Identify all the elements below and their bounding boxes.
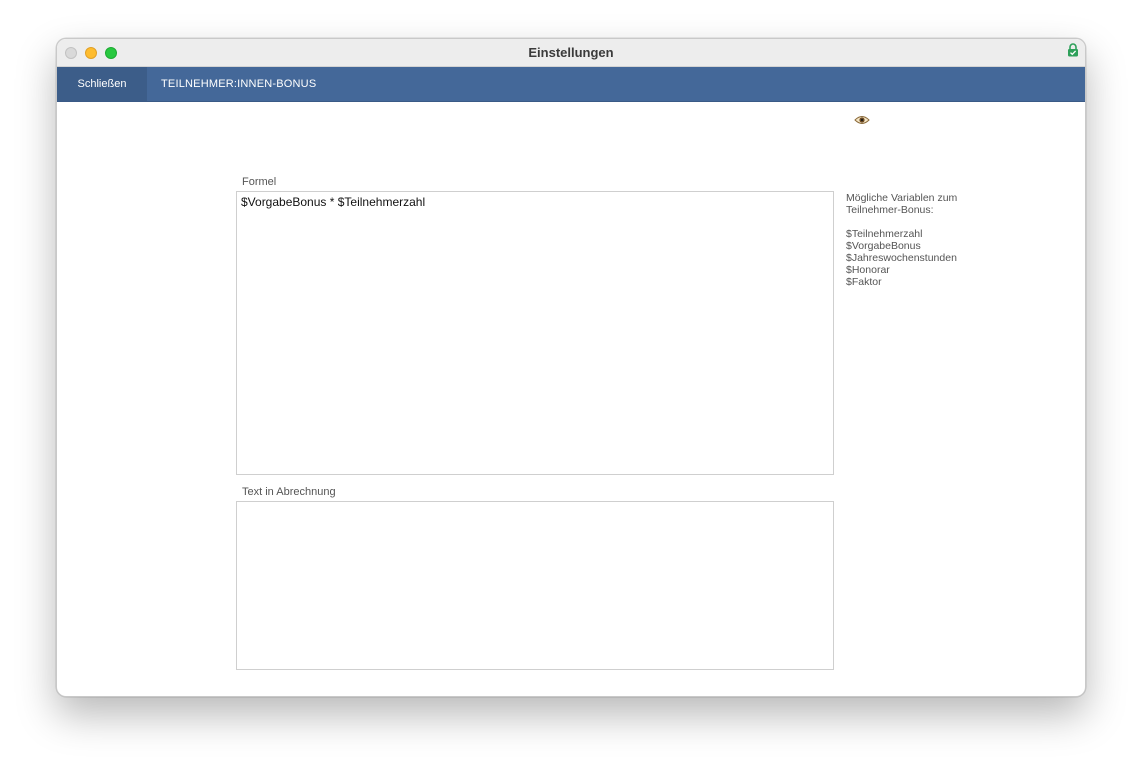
hint-heading-line2: Teilnehmer-Bonus: bbox=[846, 204, 934, 216]
eye-icon[interactable] bbox=[854, 114, 870, 126]
title-bar: Einstellungen bbox=[57, 39, 1085, 67]
variable-item: $Jahreswochenstunden bbox=[846, 252, 957, 264]
settings-window: Einstellungen Schließen TEILNEHMER:INNEN… bbox=[56, 38, 1086, 697]
billing-text-textarea[interactable] bbox=[236, 501, 834, 670]
formula-textarea[interactable]: $VorgabeBonus * $Teilnehmerzahl bbox=[236, 191, 834, 475]
lock-icon bbox=[1068, 43, 1078, 57]
variable-item: $Honorar bbox=[846, 264, 890, 276]
variable-item: $Teilnehmerzahl bbox=[846, 228, 923, 240]
close-button[interactable]: Schließen bbox=[57, 67, 147, 101]
hint-heading-line1: Mögliche Variablen zum bbox=[846, 192, 958, 204]
variable-item: $Faktor bbox=[846, 276, 882, 288]
nav-bar: Schließen TEILNEHMER:INNEN-BONUS bbox=[57, 67, 1085, 102]
text-label: Text in Abrechnung bbox=[242, 486, 336, 498]
variables-hint: Mögliche Variablen zum Teilnehmer-Bonus:… bbox=[846, 192, 1046, 288]
formula-label: Formel bbox=[242, 176, 277, 188]
window-title: Einstellungen bbox=[528, 45, 614, 60]
variable-item: $VorgabeBonus bbox=[846, 240, 921, 252]
page-title: TEILNEHMER:INNEN-BONUS bbox=[161, 78, 317, 90]
